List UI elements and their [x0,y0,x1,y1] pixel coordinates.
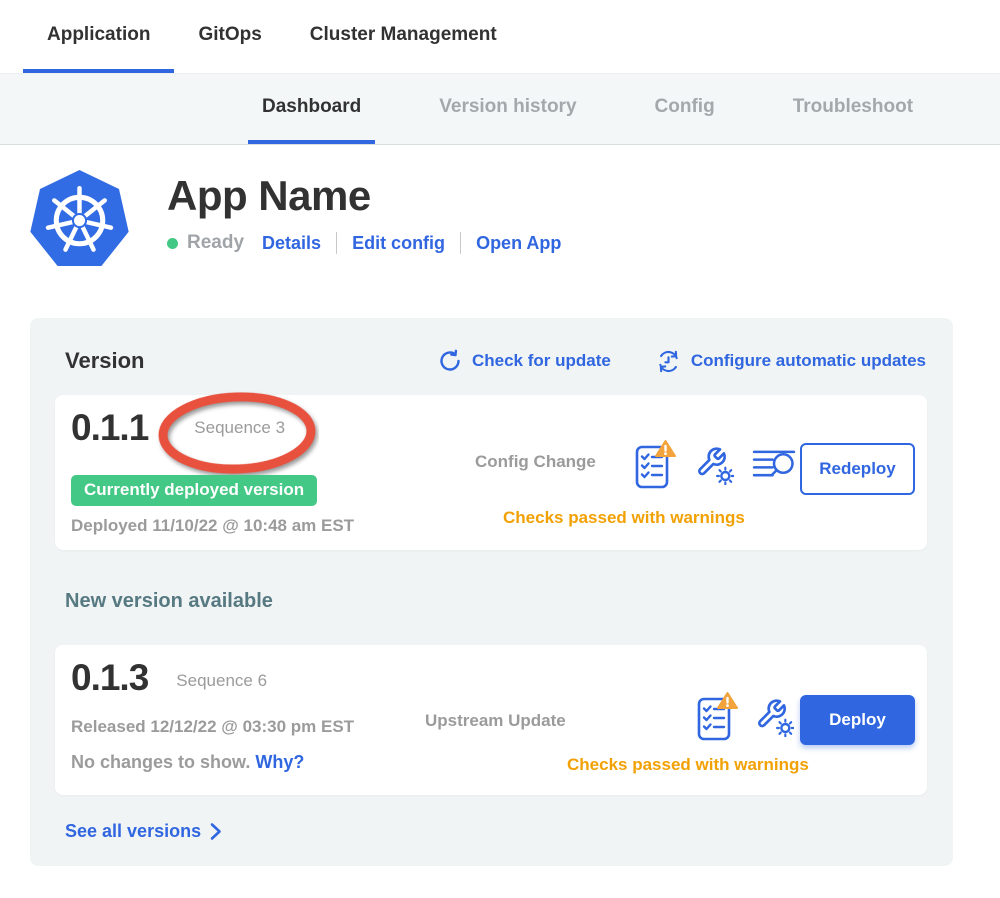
upstream-source-label: Upstream Update [425,711,566,731]
version-panel-header: Version Check for update [55,345,926,377]
refresh-icon [437,348,463,374]
available-version-number: 0.1.3 [71,657,148,699]
status-dot-icon [167,238,178,249]
available-status-icons [697,691,794,741]
details-link[interactable]: Details [262,233,321,254]
redeploy-button[interactable]: Redeploy [800,443,915,495]
see-all-versions-label: See all versions [65,821,201,842]
available-sequence-label: Sequence 6 [176,671,267,691]
new-version-heading: New version available [65,590,926,613]
currently-deployed-badge: Currently deployed version [71,475,317,506]
view-files-magnifier-icon[interactable] [752,447,797,482]
tab-application[interactable]: Application [23,0,174,73]
top-nav: Application GitOps Cluster Management [0,0,1000,73]
edit-config-link[interactable]: Edit config [352,233,445,254]
tab-gitops[interactable]: GitOps [174,0,285,73]
page-title: App Name [167,172,561,220]
available-version-row: 0.1.3 Sequence 6 [71,657,267,699]
tab-version-history[interactable]: Version history [425,74,590,144]
open-app-link[interactable]: Open App [476,233,561,254]
version-source-label: Config Change [475,452,596,472]
configure-auto-updates-link[interactable]: Configure automatic updates [655,348,926,375]
sub-nav: Dashboard Version history Config Trouble… [0,73,1000,145]
available-checks-status-text: Checks passed with warnings [567,755,809,775]
divider [336,232,337,254]
check-for-update-link[interactable]: Check for update [437,348,611,374]
config-wrench-gear-icon[interactable] [694,443,734,485]
page: Application GitOps Cluster Management Da… [0,0,1000,898]
deploy-button[interactable]: Deploy [800,695,915,745]
tab-config[interactable]: Config [641,74,729,144]
tab-dashboard[interactable]: Dashboard [248,74,375,144]
no-changes-row: No changes to show. Why? [71,752,304,773]
tab-troubleshoot[interactable]: Troubleshoot [779,74,927,144]
current-checks-status-text: Checks passed with warnings [503,508,745,528]
divider [460,232,461,254]
version-actions: Check for update Configure automatic upd… [437,348,926,375]
deployed-timestamp: Deployed 11/10/22 @ 10:48 am EST [71,516,354,536]
current-version-card: 0.1.1 Sequence 3 Currently deployed vers… [55,395,927,550]
current-version-row: 0.1.1 Sequence 3 [71,407,285,449]
configure-auto-updates-label: Configure automatic updates [691,351,926,371]
see-all-versions-link[interactable]: See all versions [65,821,222,842]
kubernetes-logo-icon [28,166,131,271]
no-changes-text: No changes to show. [71,752,250,772]
available-version-card: 0.1.3 Sequence 6 Released 12/12/22 @ 03:… [55,645,927,795]
preflight-checklist-warning-icon[interactable] [697,691,738,741]
status-row: Ready Details Edit config Open App [167,232,561,254]
config-wrench-gear-icon[interactable] [754,695,794,737]
preflight-checklist-warning-icon[interactable] [635,439,676,489]
app-header: App Name Ready Details Edit config Open … [28,166,561,271]
auto-update-clock-icon [655,348,682,375]
current-sequence-label: Sequence 3 [194,418,285,438]
why-link[interactable]: Why? [255,752,304,772]
tab-cluster-management[interactable]: Cluster Management [286,0,521,73]
status-text: Ready [187,232,244,254]
version-heading: Version [65,348,144,374]
app-header-text: App Name Ready Details Edit config Open … [167,166,561,271]
version-panel: Version Check for update [30,318,953,866]
released-timestamp: Released 12/12/22 @ 03:30 pm EST [71,717,354,737]
check-for-update-label: Check for update [472,351,611,371]
chevron-right-icon [210,822,222,841]
current-version-number: 0.1.1 [71,407,148,449]
current-status-icons [635,439,797,489]
